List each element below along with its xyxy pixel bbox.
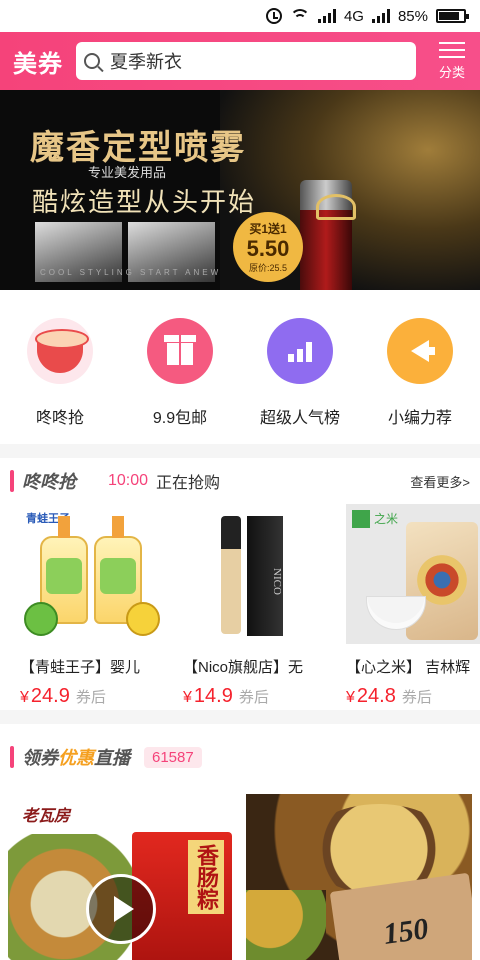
- price-suffix: 券后: [75, 689, 106, 706]
- promo-original-price: 原价:25.5: [248, 263, 288, 273]
- product-price: ¥ 14.9 券后: [183, 685, 328, 708]
- price-value: 14.9: [193, 685, 233, 707]
- flash-sale-title: 咚咚抢: [22, 472, 76, 492]
- battery-percent: 85%: [397, 7, 428, 25]
- signal-icon: [317, 9, 336, 23]
- search-box[interactable]: [76, 42, 416, 80]
- gift-icon: [147, 318, 213, 384]
- flash-sale-status: 正在抢购: [156, 475, 221, 492]
- play-icon[interactable]: [86, 874, 156, 944]
- coupon-live-section: 领券优惠直播 61587 老瓦房 香肠粽 150: [0, 724, 480, 960]
- flash-sale-section: 咚咚抢 10:00 正在抢购 查看更多> 青蛙王子 【青蛙王子】婴儿 ¥ 24.…: [0, 458, 480, 710]
- quick-link-label: 9.9包邮: [152, 410, 208, 427]
- category-label: 分类: [438, 64, 465, 80]
- quick-link-label: 咚咚抢: [35, 410, 84, 427]
- quick-link-editor-picks[interactable]: 小编力荐: [360, 290, 480, 444]
- tile-brand-logo: 老瓦房: [22, 808, 71, 825]
- flash-sale-time: 10:00: [108, 472, 149, 489]
- alarm-icon: [265, 8, 282, 24]
- search-input[interactable]: [110, 50, 400, 72]
- product-image-brand: 之米: [374, 512, 399, 526]
- battery-level: [439, 12, 460, 20]
- drum-icon: [27, 318, 93, 384]
- beans-image: [246, 890, 326, 960]
- quick-link-free-shipping[interactable]: 9.9包邮: [120, 290, 240, 444]
- view-more-link[interactable]: 查看更多>: [410, 472, 470, 491]
- quick-link-dongdongqiang[interactable]: 咚咚抢: [0, 290, 120, 444]
- section-accent-bar: [10, 746, 14, 768]
- menu-icon: [439, 41, 465, 58]
- price-suffix: 券后: [401, 689, 432, 706]
- chart-icon: [267, 318, 333, 384]
- product-name: 【心之米】 吉林辉: [346, 659, 471, 676]
- top-header: 美券 分类: [0, 32, 480, 90]
- category-button[interactable]: 分类: [424, 32, 480, 90]
- product-image: NICO: [183, 504, 328, 644]
- brand-logo-icon: [352, 510, 370, 528]
- currency-symbol: ¥: [183, 689, 192, 706]
- section-accent-bar: [10, 470, 14, 492]
- banner-small-text: COOL STYLING START ANEW: [40, 268, 222, 277]
- price-value: 24.8: [356, 685, 396, 707]
- battery-icon: [436, 9, 469, 23]
- product-card[interactable]: NICO 【Nico旗舰店】无 ¥ 14.9 券后: [183, 504, 328, 708]
- flash-sale-header: 咚咚抢 10:00 正在抢购 查看更多>: [0, 458, 480, 504]
- product-name: 【Nico旗舰店】无: [183, 659, 304, 676]
- quick-links: 咚咚抢 9.9包邮 超级人气榜 小编力荐: [0, 290, 480, 444]
- search-icon: [84, 53, 100, 69]
- flash-sale-products: 青蛙王子 【青蛙王子】婴儿 ¥ 24.9 券后 NICO 【Nico旗舰店】无 …: [0, 504, 480, 708]
- card-text: 150: [381, 912, 431, 951]
- quick-link-popular-ranking[interactable]: 超级人气榜: [240, 290, 360, 444]
- price-value: 24.9: [30, 685, 70, 707]
- megaphone-icon: [387, 318, 453, 384]
- coupon-live-title-part1: 领券: [22, 748, 58, 768]
- product-price: ¥ 24.8 券后: [346, 685, 480, 708]
- signal-icon-2: [371, 9, 390, 23]
- product-image-brand: NICO: [247, 516, 283, 636]
- wifi-icon: [289, 9, 310, 23]
- coupon-live-title-part2: 直播: [94, 748, 130, 768]
- brand-logo: 美券: [13, 50, 63, 78]
- live-video-tile[interactable]: 老瓦房 香肠粽: [8, 794, 234, 960]
- live-count-badge: 61587: [144, 746, 202, 768]
- quick-link-label: 小编力荐: [387, 410, 452, 427]
- coupon-live-title-highlight: 优惠: [58, 748, 94, 768]
- product-card[interactable]: 之米 【心之米】 吉林辉 ¥ 24.8 券后: [346, 504, 480, 708]
- banner-slogan: 酷炫造型从头开始: [32, 187, 257, 217]
- product-card[interactable]: 青蛙王子 【青蛙王子】婴儿 ¥ 24.9 券后: [20, 504, 165, 708]
- status-bar: 4G 85%: [0, 0, 480, 32]
- product-name: 【青蛙王子】婴儿: [20, 659, 141, 676]
- live-tiles: 老瓦房 香肠粽 150: [0, 794, 480, 960]
- currency-symbol: ¥: [346, 689, 355, 706]
- promo-badge: 买1送1 5.50 原价:25.5: [233, 212, 303, 282]
- promo-price: 5.50: [246, 236, 290, 261]
- product-price: ¥ 24.9 券后: [20, 685, 165, 708]
- promo-line: 买1送1: [249, 222, 287, 236]
- live-product-tile[interactable]: 150: [246, 794, 472, 960]
- coupon-live-header: 领券优惠直播 61587: [0, 734, 480, 780]
- product-image: 青蛙王子: [20, 504, 165, 644]
- product-image: 之米: [346, 504, 480, 644]
- quick-link-label: 超级人气榜: [259, 410, 340, 427]
- currency-symbol: ¥: [20, 689, 29, 706]
- promo-banner[interactable]: 魔香定型喷雾 专业美发用品 酷炫造型从头开始 COOL STYLING STAR…: [0, 90, 480, 290]
- package-text: 香肠粽: [188, 840, 224, 914]
- price-suffix: 券后: [238, 689, 269, 706]
- network-type: 4G: [343, 7, 364, 25]
- gold-ribbon: [316, 194, 356, 220]
- coupon-live-title: 领券优惠直播: [22, 744, 130, 770]
- banner-subtitle: 专业美发用品: [88, 165, 167, 180]
